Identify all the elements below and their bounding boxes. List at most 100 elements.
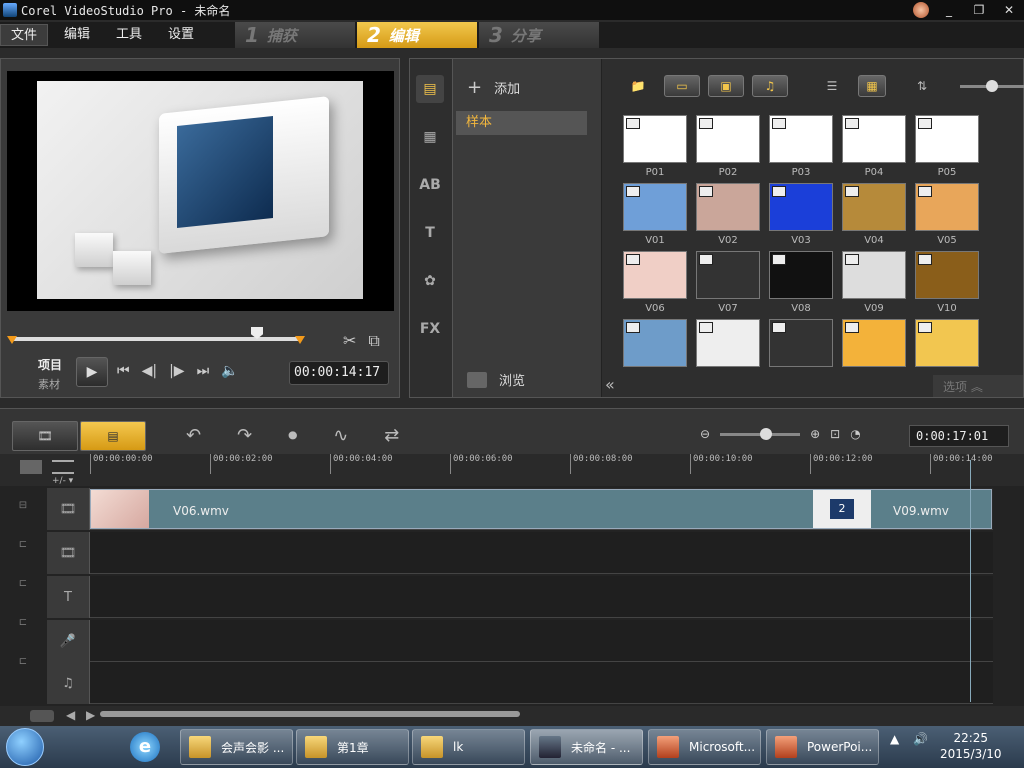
volume-icon[interactable]: 🔈 bbox=[221, 363, 238, 379]
options-button[interactable]: 选项 ︽ bbox=[933, 375, 1023, 397]
library-thumbnail[interactable]: V05 bbox=[914, 183, 980, 247]
library-thumbnail[interactable] bbox=[622, 319, 688, 383]
menu-settings[interactable]: 设置 bbox=[158, 24, 204, 46]
timeline-scrollbar[interactable]: ◀ ▶ bbox=[0, 706, 1024, 726]
sound-mixer-icon[interactable]: ∿ bbox=[333, 425, 348, 446]
library-thumbnail[interactable] bbox=[695, 319, 761, 383]
zoom-in-icon[interactable]: ⊕ bbox=[810, 427, 820, 441]
library-thumbnail[interactable]: P05 bbox=[914, 115, 980, 179]
show-video-button[interactable]: ▭ bbox=[664, 75, 700, 97]
trim-start-marker[interactable] bbox=[7, 336, 17, 344]
title-icon[interactable]: T bbox=[416, 219, 444, 247]
scissors-icon[interactable]: ✂ bbox=[343, 331, 356, 351]
library-thumbnail[interactable]: V02 bbox=[695, 183, 761, 247]
library-thumbnail[interactable]: V06 bbox=[622, 251, 688, 315]
show-photo-button[interactable]: ▣ bbox=[708, 75, 744, 97]
scroll-left-icon[interactable]: ◀ bbox=[66, 708, 75, 722]
zoom-slider[interactable] bbox=[720, 427, 801, 440]
instant-project-icon[interactable]: ▦ bbox=[416, 123, 444, 151]
add-remove-marker[interactable]: +/- ▾ bbox=[52, 476, 73, 486]
tray-expand-icon[interactable]: ▲ bbox=[890, 732, 899, 746]
playhead-line[interactable] bbox=[970, 460, 971, 702]
taskbar-clock[interactable]: 22:25 2015/3/10 bbox=[940, 730, 1002, 762]
thumbnail-view-icon[interactable]: ▦ bbox=[858, 75, 886, 97]
speaker-icon[interactable]: 🔊 bbox=[913, 732, 928, 746]
library-thumbnail[interactable]: V08 bbox=[768, 251, 834, 315]
home-icon[interactable]: ⏮ bbox=[117, 363, 130, 379]
scroll-thumb[interactable] bbox=[100, 711, 520, 717]
prev-frame-icon[interactable]: ◀| bbox=[142, 363, 157, 379]
menu-file[interactable]: 文件 bbox=[0, 24, 49, 46]
library-thumbnail[interactable]: V10 bbox=[914, 251, 980, 315]
start-button[interactable] bbox=[6, 728, 44, 766]
library-thumbnail[interactable]: P04 bbox=[841, 115, 907, 179]
timeline-ruler[interactable]: +/- ▾ 00:00:00:00 00:00:02:00 00:00:04:00 0… bbox=[0, 454, 1024, 486]
media-icon[interactable]: ▤ bbox=[416, 75, 444, 103]
undo-icon[interactable]: ↶ bbox=[186, 425, 201, 446]
step-share[interactable]: 3 分享 bbox=[479, 22, 601, 48]
voice-track-icon[interactable]: 🎤 bbox=[47, 620, 90, 662]
clip-mode-label[interactable]: 素材 bbox=[38, 376, 60, 392]
timeline-view-button[interactable]: ▤ bbox=[80, 421, 146, 451]
menu-edit[interactable]: 编辑 bbox=[54, 24, 100, 46]
library-thumbnail[interactable]: V04 bbox=[841, 183, 907, 247]
end-icon[interactable]: ⏭ bbox=[197, 363, 210, 379]
orb-icon[interactable] bbox=[913, 2, 929, 18]
task-explorer-2[interactable]: 第1章 bbox=[296, 729, 409, 765]
step-edit[interactable]: 2 编辑 bbox=[357, 22, 479, 48]
scroll-right-icon[interactable]: ▶ bbox=[86, 708, 95, 722]
restore-button[interactable]: ❐ bbox=[970, 2, 988, 18]
library-thumbnail[interactable]: V01 bbox=[622, 183, 688, 247]
scrubber-handle[interactable] bbox=[251, 327, 263, 339]
show-audio-button[interactable]: ♫ bbox=[752, 75, 788, 97]
folder-samples[interactable]: 样本 bbox=[456, 111, 587, 135]
collapse-library-icon[interactable]: « bbox=[605, 375, 625, 395]
task-videostudio[interactable]: 未命名 - ... bbox=[530, 729, 643, 765]
trim-end-marker[interactable] bbox=[295, 336, 305, 344]
list-view-icon[interactable]: ☰ bbox=[814, 75, 850, 97]
chapter-icon[interactable] bbox=[52, 460, 74, 474]
next-frame-icon[interactable]: |▶ bbox=[169, 363, 184, 379]
track-manager-lock-icon[interactable]: ⊟ bbox=[19, 500, 27, 511]
scrubber-bar[interactable] bbox=[7, 327, 305, 344]
sort-icon[interactable]: ⇅ bbox=[904, 75, 940, 97]
library-thumbnail[interactable]: V03 bbox=[768, 183, 834, 247]
auto-music-icon[interactable]: ⇄ bbox=[384, 425, 399, 446]
step-capture[interactable]: 1 捕获 bbox=[235, 22, 357, 48]
library-thumbnail[interactable] bbox=[841, 319, 907, 383]
video-track-icon[interactable]: 🎞 bbox=[47, 488, 90, 530]
fit-project-icon[interactable]: ⊡ bbox=[830, 427, 840, 441]
enlarge-icon[interactable]: ⧉ bbox=[368, 331, 379, 351]
library-thumbnail[interactable]: V09 bbox=[841, 251, 907, 315]
task-explorer-1[interactable]: 会声会影 ... bbox=[180, 729, 293, 765]
library-thumbnail[interactable]: P03 bbox=[768, 115, 834, 179]
video-clip-strip[interactable]: V06.wmv 2 V09.wmv bbox=[90, 489, 992, 529]
preview-timecode[interactable]: 00:00:14:17 bbox=[289, 361, 389, 385]
track-manager-icon[interactable] bbox=[20, 460, 42, 474]
thumbnail-size-slider[interactable] bbox=[960, 79, 1024, 92]
internet-explorer-icon[interactable]: e bbox=[130, 732, 160, 762]
library-thumbnail[interactable] bbox=[768, 319, 834, 383]
play-button[interactable]: ▶ bbox=[76, 357, 108, 387]
transition-icon[interactable]: AB bbox=[416, 171, 444, 199]
zoom-fit-icon[interactable] bbox=[30, 710, 54, 722]
task-microsoft[interactable]: Microsoft... bbox=[648, 729, 761, 765]
project-mode-label[interactable]: 项目 bbox=[38, 356, 62, 373]
redo-icon[interactable]: ↷ bbox=[237, 425, 252, 446]
library-thumbnail[interactable] bbox=[914, 319, 980, 383]
lock-icon[interactable]: ⊏ bbox=[19, 617, 27, 628]
music-track-icon[interactable]: ♫ bbox=[47, 662, 90, 704]
folder-icon[interactable]: 📁 bbox=[620, 75, 656, 97]
record-capture-icon[interactable]: ⏺ bbox=[288, 425, 297, 446]
storyboard-view-button[interactable]: 🎞 bbox=[12, 421, 78, 451]
graphic-icon[interactable]: ✿ bbox=[416, 267, 444, 295]
add-folder-button[interactable]: + 添加 bbox=[467, 77, 520, 98]
filter-icon[interactable]: FX bbox=[416, 315, 444, 343]
timeline-timecode[interactable]: 0:00:17:01 bbox=[909, 425, 1009, 447]
close-button[interactable]: ✕ bbox=[1000, 2, 1018, 18]
title-track-icon[interactable]: T bbox=[47, 576, 90, 618]
library-thumbnail[interactable]: P02 bbox=[695, 115, 761, 179]
overlay-track-icon[interactable]: 🎞 bbox=[47, 532, 90, 574]
zoom-out-icon[interactable]: ⊖ bbox=[700, 427, 710, 441]
library-thumbnail[interactable]: P01 bbox=[622, 115, 688, 179]
